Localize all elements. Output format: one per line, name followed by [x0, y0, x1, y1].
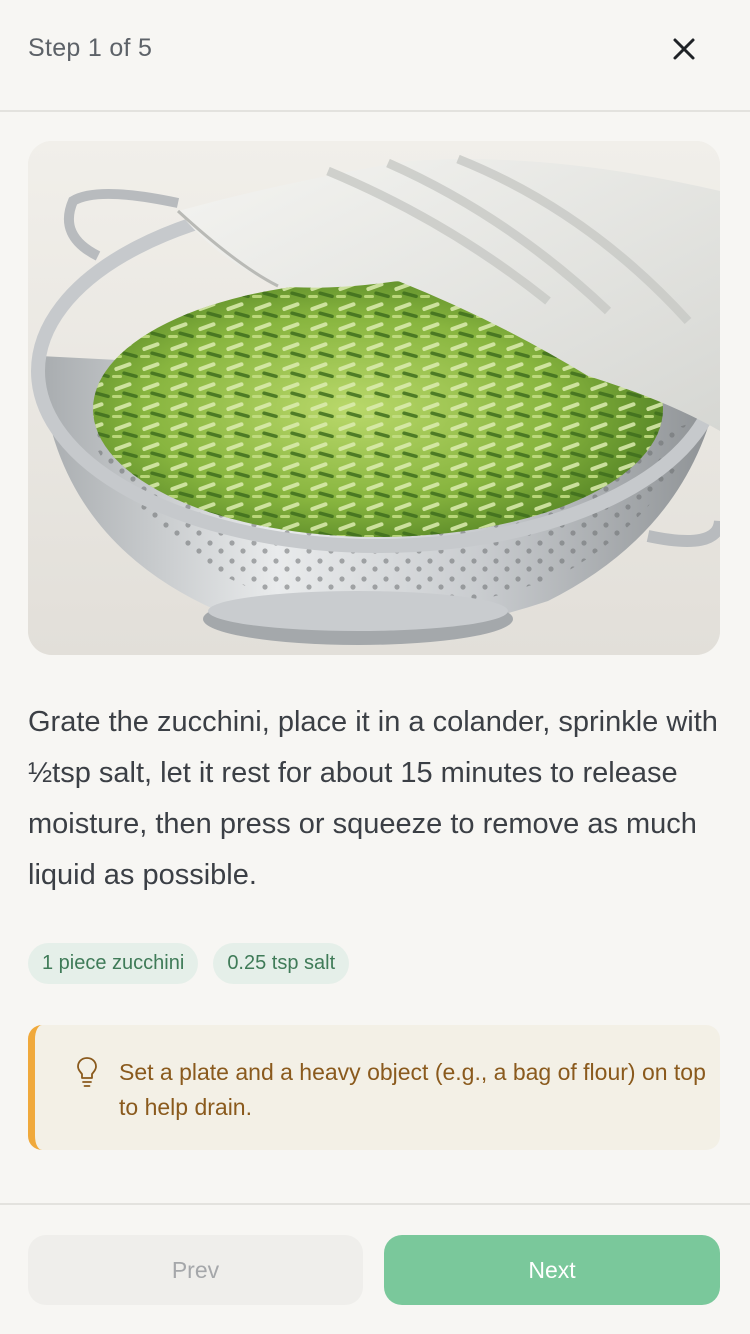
lightbulb-icon [77, 1057, 97, 1087]
close-icon [673, 38, 695, 60]
step-instruction: Grate the zucchini, place it in a coland… [28, 706, 718, 891]
ingredient-chip-zucchini: 1 piece zucchini [28, 943, 199, 984]
close-button[interactable] [662, 27, 706, 71]
step-photo [28, 141, 720, 655]
ingredient-chips: 1 piece zucchini 0.25 tsp salt [28, 943, 350, 984]
prev-button[interactable]: Prev [28, 1235, 363, 1305]
tip-callout: Set a plate and a heavy object (e.g., a … [28, 1025, 720, 1150]
next-button[interactable]: Next [384, 1235, 720, 1305]
header-bar: Step 1 of 5 [0, 0, 750, 112]
ingredient-chip-salt: 0.25 tsp salt [213, 943, 350, 984]
zucchini-colander-image [28, 141, 720, 655]
step-indicator: Step 1 of 5 [28, 34, 153, 62]
tip-text: Set a plate and a heavy object (e.g., a … [119, 1059, 706, 1120]
footer-bar: Prev Next [0, 1203, 750, 1334]
